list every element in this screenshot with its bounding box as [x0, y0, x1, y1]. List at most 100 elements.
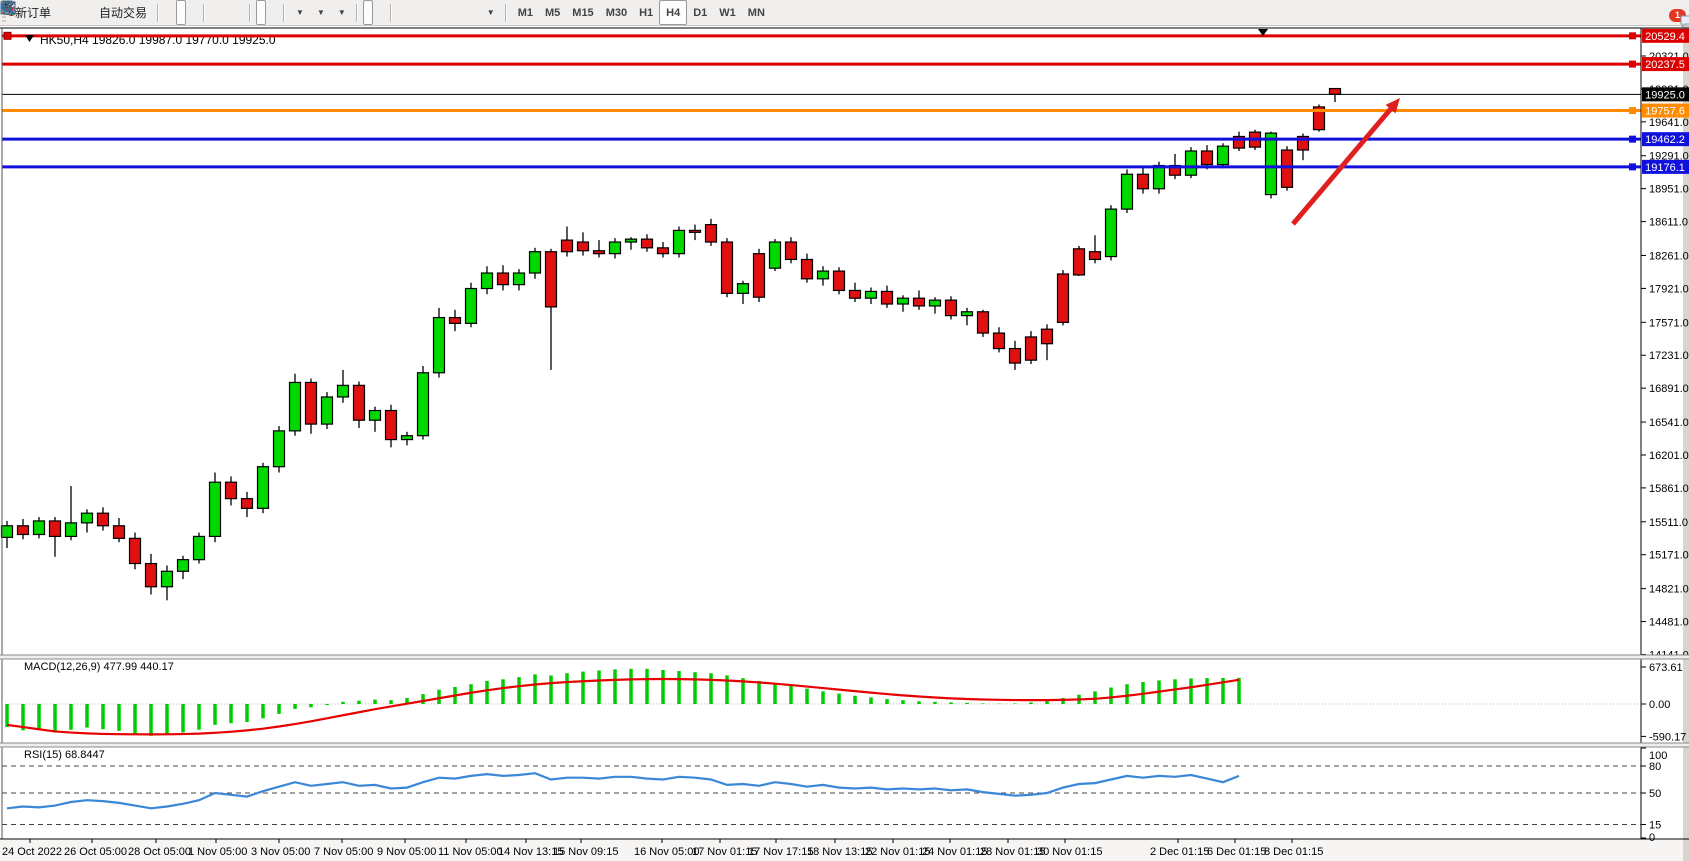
timeframe-M5[interactable]: M5: [539, 5, 566, 21]
rsi-tick-label: 0: [1649, 832, 1655, 844]
candle-body: [1010, 349, 1021, 364]
toolbar-separator: [157, 4, 159, 22]
line-handle[interactable]: [1629, 61, 1636, 68]
tile-windows-button[interactable]: [234, 0, 244, 25]
panel-splitter[interactable]: [0, 655, 1689, 659]
candle-body: [818, 271, 829, 279]
line-chart-button[interactable]: [188, 0, 198, 25]
auto-scroll-button[interactable]: [256, 0, 266, 25]
indicators-button[interactable]: ▼: [290, 0, 309, 25]
price-badge-label: 19462.2: [1645, 134, 1685, 146]
zoom-in-button[interactable]: [210, 0, 220, 25]
periods-button[interactable]: ▼: [311, 0, 330, 25]
trendline-button[interactable]: [421, 0, 431, 25]
price-badge-label: 19176.1: [1645, 162, 1685, 174]
y-tick-label: 14821.0: [1649, 584, 1689, 596]
candle-body: [338, 385, 349, 397]
notifications-icon: [1679, 13, 1689, 29]
candle-body: [1218, 146, 1229, 164]
x-tick-label: 16 Nov 05:00: [634, 846, 699, 858]
timeframe-D1[interactable]: D1: [687, 5, 713, 21]
x-tick-label: 24 Nov 01:15: [922, 846, 987, 858]
x-tick-label: 26 Oct 05:00: [64, 846, 127, 858]
chart-shift-button[interactable]: [268, 0, 278, 25]
bar-chart-button[interactable]: [164, 0, 174, 25]
horizontal-line-button[interactable]: [409, 0, 419, 25]
line-handle[interactable]: [1629, 107, 1636, 114]
timeframe-M1[interactable]: M1: [512, 5, 539, 21]
candle-body: [34, 521, 45, 535]
vertical-line-button[interactable]: [397, 0, 407, 25]
candle-body: [322, 397, 333, 424]
equidistant-channel-button[interactable]: E: [433, 0, 443, 25]
y-tick-label: 18261.0: [1649, 250, 1689, 262]
candle-body: [466, 289, 477, 324]
y-tick-label: 15511.0: [1649, 517, 1688, 529]
line-handle[interactable]: [1629, 32, 1636, 39]
y-tick-label: 17231.0: [1649, 350, 1689, 362]
chart-profile-button[interactable]: [58, 0, 68, 25]
x-tick-label: 24 Oct 2022: [2, 846, 62, 858]
line-handle[interactable]: [1629, 136, 1636, 143]
signals-button[interactable]: [82, 0, 92, 25]
arrows-button[interactable]: ▼: [481, 0, 500, 25]
candle-body: [482, 273, 493, 288]
timeframe-M15[interactable]: M15: [566, 5, 599, 21]
timeframe-M30[interactable]: M30: [600, 5, 633, 21]
price-badge-label: 20529.4: [1645, 31, 1685, 43]
timeframe-H4[interactable]: H4: [659, 0, 687, 25]
candle-body: [834, 271, 845, 290]
line-handle[interactable]: [4, 32, 11, 39]
candle-body: [514, 273, 525, 285]
candle-body: [578, 242, 589, 251]
cursor-button[interactable]: [363, 0, 373, 25]
macd-tick-label: 673.61: [1649, 662, 1683, 674]
timeframe-W1[interactable]: W1: [713, 5, 742, 21]
candle-body: [1138, 174, 1149, 189]
zoom-out-button[interactable]: [222, 0, 232, 25]
candle-body: [162, 571, 173, 586]
timeframe-MN[interactable]: MN: [742, 5, 771, 21]
candle-body: [962, 312, 973, 316]
x-tick-label: 1 Nov 05:00: [188, 846, 247, 858]
new-order-button[interactable]: 新订单: [10, 0, 56, 25]
fibonacci-button[interactable]: F: [445, 0, 455, 25]
rsi-label: RSI(15) 68.8447: [24, 749, 105, 761]
toolbar-separator: [249, 4, 251, 22]
candle-body: [226, 482, 237, 498]
candle-body: [194, 536, 205, 559]
auto-trading-button[interactable]: 自动交易: [94, 0, 152, 25]
candle-body: [642, 239, 653, 248]
candle-body: [930, 300, 941, 306]
text-label-button[interactable]: T: [469, 0, 479, 25]
market-watch-button[interactable]: [70, 0, 80, 25]
candle-body: [130, 538, 141, 563]
candle-body: [2, 526, 13, 538]
toolbar-separator: [505, 4, 507, 22]
panel-splitter[interactable]: [0, 743, 1689, 747]
y-tick-label: 16891.0: [1649, 383, 1689, 395]
y-tick-label: 16201.0: [1649, 450, 1689, 462]
candle-body: [786, 242, 797, 259]
candle-body: [1026, 337, 1037, 360]
chart-background: [0, 25, 1689, 861]
crosshair-button[interactable]: [375, 0, 385, 25]
timeframe-H1[interactable]: H1: [633, 5, 659, 21]
candlestick-chart-button[interactable]: [176, 0, 186, 25]
toolbar-separator: [283, 4, 285, 22]
candle-body: [1122, 174, 1133, 209]
macd-tick-label: -590.17: [1649, 731, 1686, 743]
candle-body: [690, 230, 701, 232]
templates-button[interactable]: ▼: [332, 0, 351, 25]
candle-body: [1186, 151, 1197, 175]
x-tick-label: 17 Nov 17:15: [748, 846, 813, 858]
mt4-window: HK50,H4 19826.0 19987.0 19770.0 19925.0 …: [0, 0, 1689, 861]
text-button[interactable]: A: [457, 0, 467, 25]
macd-tick-label: 0.00: [1649, 699, 1670, 711]
candle-body: [146, 564, 157, 587]
line-handle[interactable]: [1629, 163, 1636, 170]
candle-body: [674, 230, 685, 253]
search-icon[interactable]: [0, 0, 16, 16]
candle-body: [1106, 209, 1117, 256]
candle-body: [946, 300, 957, 315]
